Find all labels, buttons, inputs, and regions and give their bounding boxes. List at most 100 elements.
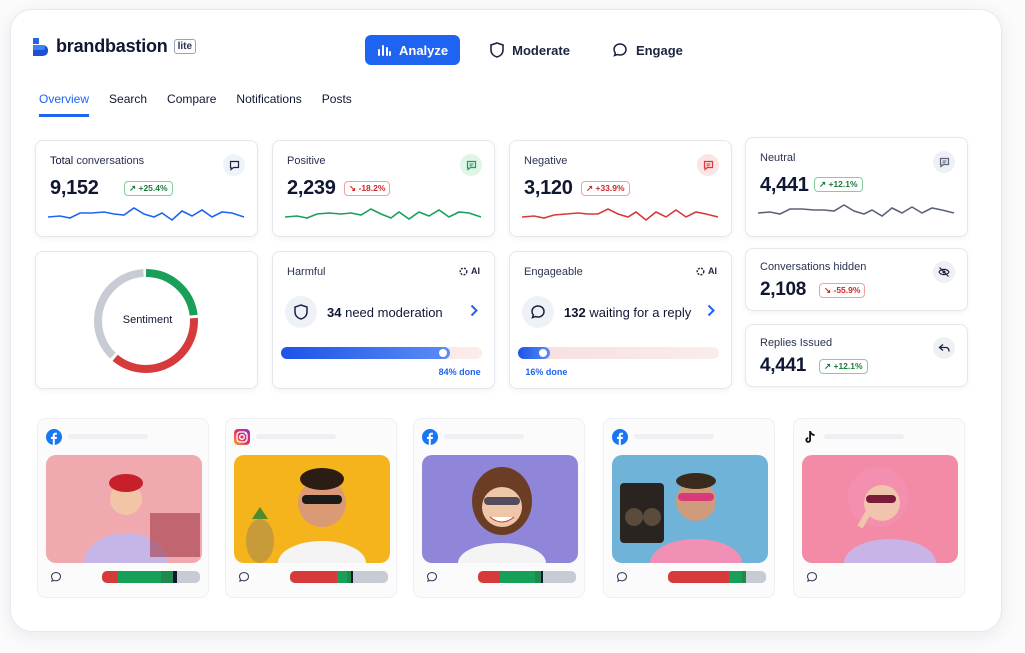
post-card[interactable]	[225, 418, 397, 598]
nav-engage-label: Engage	[635, 42, 683, 58]
sentiment-segment	[160, 571, 173, 583]
sub-tabs: Overview Search Compare Notifications Po…	[39, 92, 352, 117]
replies-delta-badge: ↗ +12.1%	[819, 359, 868, 374]
neutral-value: 4,441	[760, 174, 809, 196]
neutral-sparkline	[758, 204, 955, 217]
positive-comment-icon	[460, 154, 482, 176]
post-text-placeholder	[444, 434, 524, 439]
comment-icon[interactable]	[426, 571, 438, 583]
comment-icon[interactable]	[806, 571, 818, 583]
sentiment-segment	[668, 571, 729, 583]
sentiment-segment	[177, 571, 200, 583]
nav-analyze-label: Analyze	[399, 42, 449, 58]
moderation-text: 34 need moderation	[327, 304, 443, 320]
engage-text: 132 waiting for a reply	[564, 304, 692, 320]
eye-off-icon	[933, 261, 955, 283]
sentiment-card[interactable]: Sentiment	[35, 251, 258, 389]
total-conversations-card[interactable]: Total conversations 9,152 ↗ +25.4%	[35, 140, 258, 237]
ai-sparkle-icon	[459, 267, 468, 275]
nav-moderate-label: Moderate	[512, 42, 570, 58]
post-image[interactable]	[234, 455, 390, 563]
chat-bubble-icon	[522, 296, 554, 328]
engageable-card[interactable]: Engageable AI 132 waiting for a reply 16…	[509, 251, 732, 389]
post-sentiment-bar	[668, 571, 766, 583]
card-title: Positive	[287, 155, 326, 167]
total-sparkline	[48, 207, 245, 222]
post-text-placeholder	[256, 434, 336, 439]
post-sentiment-bar	[478, 571, 576, 583]
neutral-card[interactable]: Neutral 4,441 ↗ +12.1%	[745, 137, 968, 237]
ai-sparkle-icon	[696, 267, 705, 275]
negative-delta-badge: ↗ +33.9%	[581, 181, 630, 196]
chat-bubble-icon	[613, 43, 627, 57]
post-sentiment-bar	[290, 571, 388, 583]
negative-comment-icon	[697, 154, 719, 176]
progress-label: 16% done	[525, 367, 568, 377]
harmful-card[interactable]: Harmful AI 34 need moderation 84% done	[272, 251, 495, 389]
progress-label: 84% done	[438, 367, 481, 377]
post-image[interactable]	[802, 455, 958, 563]
brand-logo[interactable]: brandbastion lite	[31, 36, 197, 57]
card-title: Total conversations	[50, 155, 145, 167]
nav-moderate-button[interactable]: Moderate	[478, 35, 582, 65]
sentiment-segment	[102, 571, 118, 583]
moderation-row[interactable]: 34 need moderation	[285, 296, 443, 328]
tab-posts[interactable]: Posts	[322, 92, 352, 117]
replies-issued-card[interactable]: Replies Issued 4,441 ↗ +12.1%	[745, 324, 968, 387]
negative-sparkline	[522, 208, 719, 222]
brand-mark-icon	[33, 37, 48, 56]
comment-icon[interactable]	[50, 571, 62, 583]
tab-overview[interactable]: Overview	[39, 92, 90, 117]
hidden-value: 2,108	[760, 279, 807, 300]
facebook-icon	[46, 429, 62, 445]
tab-notifications[interactable]: Notifications	[236, 92, 301, 117]
conversations-hidden-card[interactable]: Conversations hidden 2,108 ↘ -55.9%	[745, 248, 968, 311]
comment-icon[interactable]	[238, 571, 250, 583]
hidden-delta-badge: ↘ -55.9%	[819, 283, 866, 298]
progress-fill	[281, 347, 450, 359]
post-card[interactable]	[603, 418, 775, 598]
moderation-progress-bar	[281, 347, 482, 359]
chevron-right-icon[interactable]	[707, 304, 715, 317]
negative-card[interactable]: Negative 3,120 ↗ +33.9%	[509, 140, 732, 237]
ai-badge: AI	[696, 266, 717, 276]
sentiment-segment	[337, 571, 347, 583]
post-image[interactable]	[46, 455, 202, 563]
post-card[interactable]	[37, 418, 209, 598]
replies-value: 4,441	[760, 355, 807, 376]
sentiment-segment	[499, 571, 535, 583]
card-title: Harmful	[287, 266, 326, 278]
post-text-placeholder	[824, 434, 904, 439]
total-value: 9,152	[50, 177, 99, 199]
sentiment-segment	[352, 571, 388, 583]
positive-value: 2,239	[287, 177, 336, 199]
progress-knob	[438, 349, 447, 357]
sentiment-segment	[542, 571, 576, 583]
sentiment-segment	[290, 571, 338, 583]
facebook-icon	[612, 429, 628, 445]
post-card[interactable]	[793, 418, 965, 598]
nav-engage-button[interactable]: Engage	[600, 35, 695, 65]
card-title: Conversations hidden	[760, 261, 867, 273]
positive-card[interactable]: Positive 2,239 ↘ -18.2%	[272, 140, 495, 237]
tab-compare[interactable]: Compare	[167, 92, 216, 117]
nav-analyze-button[interactable]: Analyze	[365, 35, 461, 65]
engage-row[interactable]: 132 waiting for a reply	[522, 296, 691, 328]
sentiment-segment	[746, 571, 766, 583]
tab-search[interactable]: Search	[109, 92, 147, 117]
post-image[interactable]	[422, 455, 578, 563]
comment-icon	[223, 154, 245, 176]
engage-progress-bar	[518, 347, 719, 359]
post-image[interactable]	[612, 455, 768, 563]
card-title: Neutral	[760, 152, 796, 164]
positive-delta-badge: ↘ -18.2%	[344, 181, 391, 196]
instagram-icon	[234, 429, 250, 445]
positive-sparkline	[285, 208, 482, 220]
chevron-right-icon[interactable]	[470, 304, 478, 317]
sentiment-segment	[478, 571, 500, 583]
main-nav: Analyze Moderate Engage	[365, 35, 695, 65]
facebook-icon	[422, 429, 438, 445]
shield-icon	[490, 42, 504, 58]
post-card[interactable]	[413, 418, 585, 598]
comment-icon[interactable]	[616, 571, 628, 583]
